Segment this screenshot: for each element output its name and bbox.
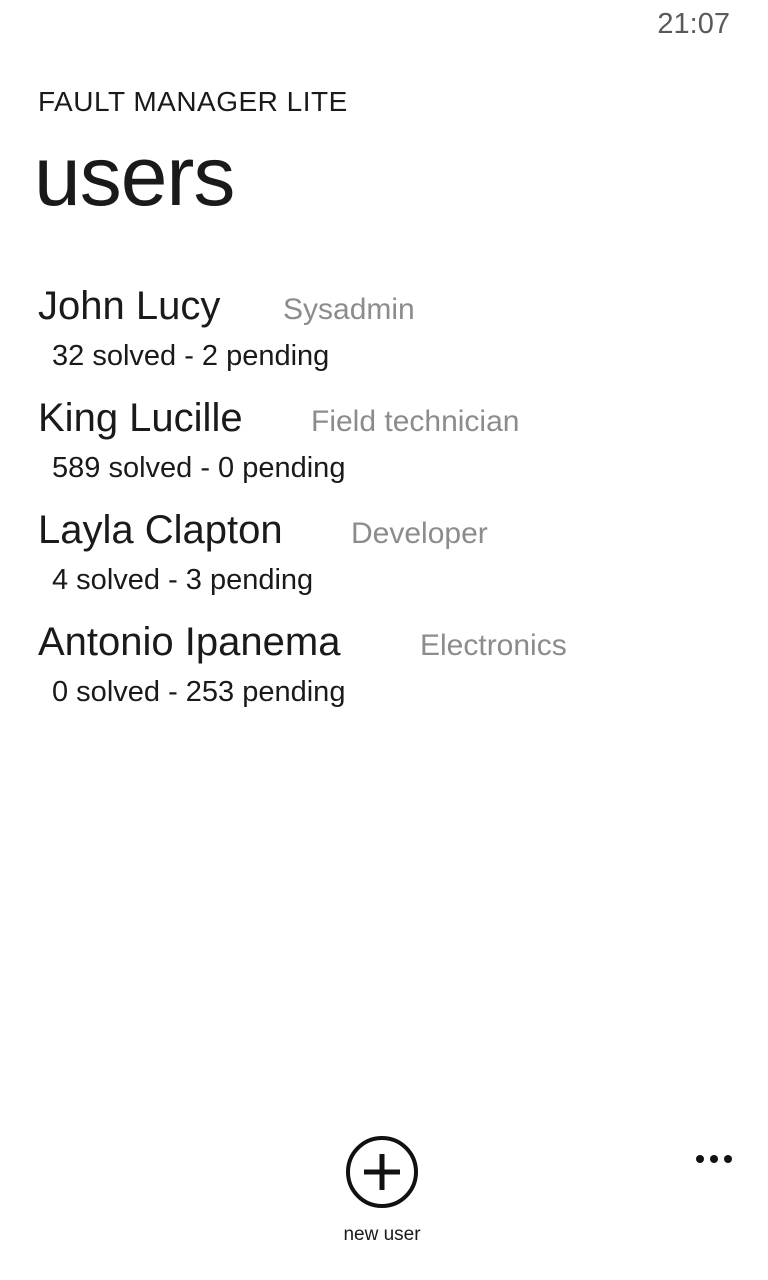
plus-circle-icon: [346, 1136, 418, 1208]
more-options-button[interactable]: [690, 1136, 732, 1168]
user-role: Developer: [351, 517, 488, 550]
user-stats: 0 solved - 253 pending: [52, 676, 346, 708]
new-user-label: new user: [343, 1224, 421, 1245]
app-title: FAULT MANAGER LITE: [38, 86, 348, 117]
app-bar: new user: [0, 1110, 768, 1280]
user-list: John Lucy Sysadmin 32 solved - 2 pending…: [38, 284, 738, 732]
user-stats: 4 solved - 3 pending: [52, 564, 314, 596]
user-name: Layla Clapton: [38, 508, 283, 552]
user-name: Antonio Ipanema: [38, 620, 341, 664]
user-item[interactable]: King Lucille Field technician 589 solved…: [38, 396, 738, 508]
user-role: Field technician: [311, 405, 520, 438]
status-bar-time: 21:07: [657, 8, 730, 40]
user-name: John Lucy: [38, 284, 221, 328]
user-item[interactable]: John Lucy Sysadmin 32 solved - 2 pending: [38, 284, 738, 396]
user-name: King Lucille: [38, 396, 243, 440]
new-user-button[interactable]: new user: [334, 1136, 430, 1246]
page-title: users: [34, 129, 235, 223]
ellipsis-icon: [690, 1133, 732, 1171]
user-stats: 589 solved - 0 pending: [52, 452, 346, 484]
user-item[interactable]: Layla Clapton Developer 4 solved - 3 pen…: [38, 508, 738, 620]
user-role: Electronics: [420, 629, 567, 662]
user-stats: 32 solved - 2 pending: [52, 340, 330, 372]
user-role: Sysadmin: [283, 293, 415, 326]
user-item[interactable]: Antonio Ipanema Electronics 0 solved - 2…: [38, 620, 738, 732]
